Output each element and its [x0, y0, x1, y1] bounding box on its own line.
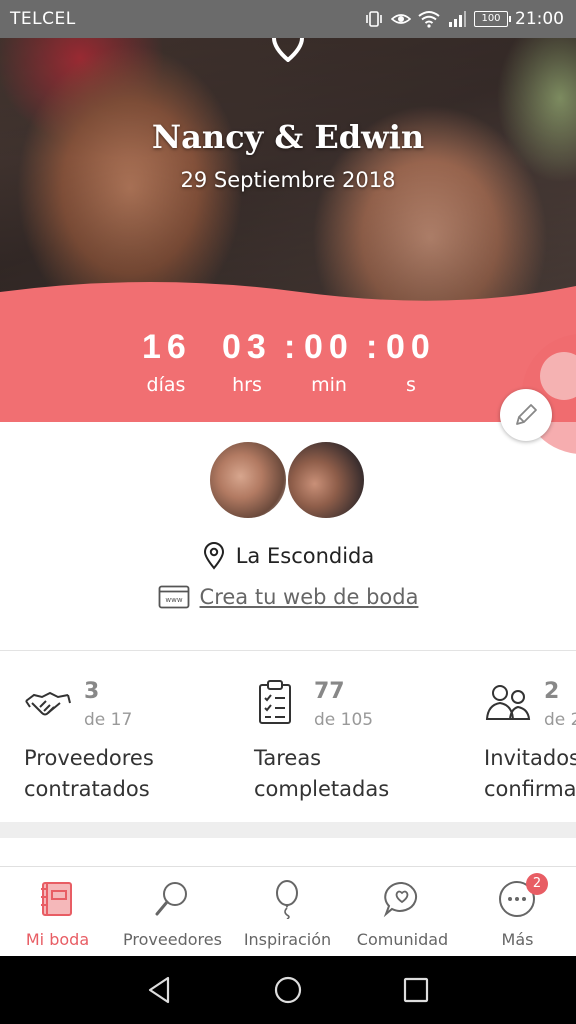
stat-tasks-count: 77 — [314, 679, 345, 704]
countdown-colon: : — [284, 328, 296, 366]
stat-guests-label-line1: Invitados — [484, 746, 576, 770]
stat-vendors-label: Proveedores contratados — [24, 743, 154, 805]
home-icon[interactable] — [272, 974, 304, 1006]
countdown-seconds-label: s — [406, 374, 416, 396]
signal-icon — [449, 11, 466, 27]
stat-tasks-label-line2: completadas — [254, 777, 390, 801]
stat-guests-label: Invitados confirmados — [484, 743, 576, 805]
pencil-icon — [516, 404, 537, 425]
checklist-icon — [259, 680, 291, 724]
status-icons: 100 21:00 — [364, 7, 564, 31]
stat-tasks-label-line1: Tareas — [254, 746, 322, 770]
clock: 21:00 — [515, 9, 564, 29]
location-pin-icon — [203, 542, 224, 570]
countdown-band: 16 03 : 00 : 00 días hrs min s — [0, 280, 576, 422]
nav-label: Inspiración — [243, 930, 332, 949]
section-separator — [0, 822, 576, 838]
stat-tasks-label: Tareas completadas — [254, 743, 389, 805]
countdown-seconds: 00 — [386, 328, 436, 366]
avatar-couple[interactable] — [286, 440, 366, 520]
stat-guests[interactable]: 2 de 2 Invitados confirmados — [484, 651, 576, 821]
stat-guests-count: 2 — [544, 679, 560, 704]
balloon-icon — [276, 880, 298, 919]
stat-vendors[interactable]: 3 de 17 Proveedores contratados — [24, 651, 254, 821]
countdown-hours-label: hrs — [232, 374, 262, 396]
venue-row[interactable]: La Escondida — [0, 542, 576, 570]
nav-item-mas[interactable]: 2 Más — [460, 867, 575, 957]
heart-icon — [272, 38, 304, 62]
nav-label: Mi boda — [25, 930, 90, 949]
handshake-icon — [25, 691, 71, 716]
website-icon: www — [158, 585, 189, 609]
guests-icon — [485, 685, 531, 720]
countdown-days: 16 — [142, 328, 192, 366]
edit-button[interactable] — [500, 389, 552, 441]
stat-vendors-count: 3 — [84, 679, 100, 704]
stat-vendors-total: de 17 — [84, 710, 133, 730]
stat-vendors-label-line1: Proveedores — [24, 746, 154, 770]
carrier-name: TELCEL — [10, 9, 76, 29]
chat-heart-icon — [383, 881, 417, 918]
nav-label: Comunidad — [356, 930, 449, 949]
countdown-minutes: 00 — [304, 328, 354, 366]
nav-label: Proveedores — [123, 930, 222, 949]
nav-item-proveedores[interactable]: Proveedores — [115, 867, 230, 957]
wedding-date: 29 Septiembre 2018 — [180, 168, 396, 192]
countdown-hours: 03 — [222, 328, 272, 366]
wedding-website-link[interactable]: www Crea tu web de boda — [0, 585, 576, 609]
website-link-label: Crea tu web de boda — [199, 585, 419, 609]
recents-icon[interactable] — [400, 974, 432, 1006]
stat-guests-label-line2: confirmados — [484, 777, 576, 801]
stats-row: 3 de 17 Proveedores contratados 77 de 10… — [0, 651, 576, 821]
notification-badge: 2 — [526, 873, 548, 895]
magnifier-icon — [155, 882, 187, 916]
countdown-minutes-label: min — [311, 374, 347, 396]
app-screen: TELCEL 100 21:00 Nancy & Edwin 29 Septie… — [0, 0, 576, 1024]
notebook-icon — [41, 882, 72, 916]
countdown-days-label: días — [146, 374, 186, 396]
stat-tasks[interactable]: 77 de 105 Tareas completadas — [254, 651, 484, 821]
stat-vendors-label-line2: contratados — [24, 777, 150, 801]
avatar-bride[interactable] — [208, 440, 288, 520]
venue-name: La Escondida — [235, 544, 375, 568]
stat-tasks-total: de 105 — [314, 710, 374, 730]
countdown-colon: : — [366, 328, 378, 366]
stat-guests-total: de 2 — [544, 710, 576, 730]
nav-item-mi-boda[interactable]: Mi boda — [0, 867, 115, 957]
couple-names: Nancy & Edwin — [151, 118, 425, 156]
system-nav-bar — [0, 956, 576, 1024]
nav-item-inspiracion[interactable]: Inspiración — [230, 867, 345, 957]
battery-icon: 100 — [474, 11, 511, 27]
eye-icon — [391, 14, 411, 24]
vibrate-icon — [366, 11, 382, 27]
svg-text:www: www — [165, 596, 182, 604]
status-bar: TELCEL 100 21:00 — [0, 0, 576, 38]
back-icon[interactable] — [144, 974, 176, 1006]
couple-avatars[interactable] — [208, 440, 368, 522]
nav-label: Más — [501, 930, 534, 949]
bottom-nav: Mi boda Proveedores Inspiración Comunida… — [0, 866, 576, 956]
nav-item-comunidad[interactable]: Comunidad — [345, 867, 460, 957]
wifi-icon — [418, 11, 440, 28]
